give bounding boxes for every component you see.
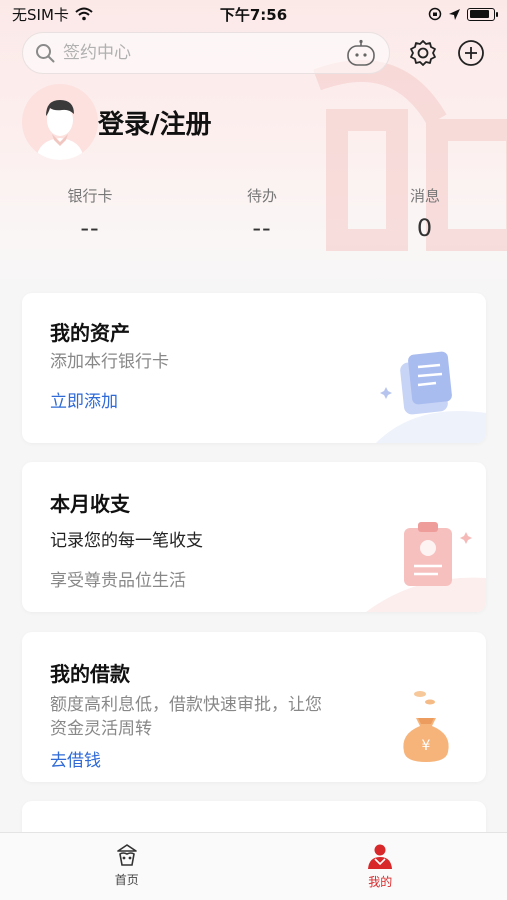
- borrow-link[interactable]: 去借钱: [50, 746, 101, 771]
- person-icon: [368, 844, 393, 869]
- assets-card[interactable]: 我的资产 添加本行银行卡 立即添加: [22, 293, 486, 443]
- user-avatar-icon: [22, 84, 98, 160]
- tab-label: 我的: [368, 875, 393, 889]
- stat-value: --: [252, 214, 272, 242]
- stat-bank-card[interactable]: 银行卡 --: [30, 185, 150, 242]
- tab-mine[interactable]: 我的: [254, 833, 507, 900]
- stat-messages[interactable]: 消息 0: [365, 185, 485, 242]
- location-icon: [449, 8, 460, 20]
- card-subtitle: 添加本行银行卡: [50, 352, 169, 372]
- card-subtitle: 额度高利息低，借款快速审批，让您: [50, 695, 322, 715]
- clipboard-illustration-icon: [366, 522, 486, 612]
- battery-icon: [467, 7, 498, 21]
- card-title: 我的资产: [50, 321, 130, 345]
- search-input[interactable]: [63, 43, 345, 63]
- watermark-logo: [313, 60, 507, 251]
- card-title: 我的借款: [50, 662, 130, 686]
- stat-label: 消息: [409, 187, 440, 205]
- stat-value: 0: [416, 214, 434, 242]
- loan-card[interactable]: 我的借款 额度高利息低，借款快速审批，让您 资金灵活周转 去借钱 ¥: [22, 632, 486, 782]
- card-subtitle: 享受尊贵品位生活: [50, 571, 186, 591]
- svg-text:¥: ¥: [422, 738, 431, 754]
- search-box[interactable]: [22, 32, 390, 74]
- card-line: 记录您的每一笔收支: [50, 531, 203, 551]
- search-icon: [36, 44, 55, 63]
- status-bar: 无SIM卡 下午7:56: [0, 0, 507, 28]
- stat-todo[interactable]: 待办 --: [202, 185, 322, 242]
- document-illustration-icon: [376, 351, 486, 443]
- tab-bar: 首页 我的: [0, 832, 507, 900]
- add-card-link[interactable]: 立即添加: [50, 387, 118, 412]
- card-subtitle: 资金灵活周转: [50, 719, 152, 739]
- monthly-budget-card[interactable]: 本月收支 记录您的每一笔收支 享受尊贵品位生活: [22, 462, 486, 612]
- add-circle-icon[interactable]: [456, 38, 486, 68]
- card-title: 本月收支: [50, 492, 130, 516]
- money-bag-icon: ¥: [403, 691, 449, 762]
- stat-label: 待办: [246, 187, 277, 205]
- wifi-icon: [75, 7, 93, 21]
- stat-label: 银行卡: [67, 187, 113, 205]
- robot-assistant-icon[interactable]: [345, 39, 377, 67]
- orientation-lock-icon: [428, 7, 442, 21]
- carrier-text: 无SIM卡: [12, 5, 69, 24]
- search-row: [22, 32, 492, 74]
- tab-label: 首页: [114, 873, 139, 887]
- login-register-link[interactable]: 登录/注册: [98, 104, 212, 141]
- stat-value: --: [80, 214, 100, 242]
- tab-home[interactable]: 首页: [0, 833, 254, 900]
- settings-gear-icon[interactable]: [408, 38, 438, 68]
- avatar[interactable]: [22, 84, 98, 160]
- home-icon: [116, 844, 137, 866]
- stats-row: 银行卡 -- 待办 -- 消息 0: [0, 185, 507, 245]
